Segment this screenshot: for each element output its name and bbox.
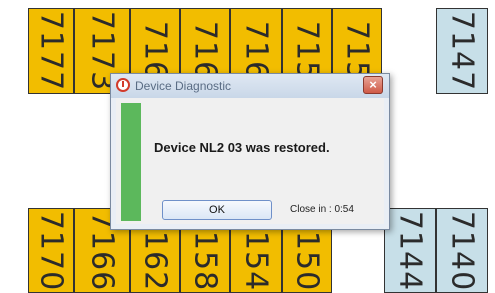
status-indicator-bar: [121, 103, 141, 221]
close-button[interactable]: ×: [363, 76, 383, 94]
tile-number: 7140: [444, 210, 480, 291]
dialog-message: Device NL2 03 was restored.: [154, 140, 330, 155]
ok-button[interactable]: OK: [162, 200, 272, 220]
tile-number: 7147: [444, 10, 480, 92]
tile-number: 7144: [392, 210, 428, 291]
tile-7147[interactable]: 7147: [436, 8, 488, 94]
tile-7144[interactable]: 7144: [384, 208, 436, 293]
dialog-title: Device Diagnostic: [135, 79, 232, 93]
diagnostic-app-icon: [116, 78, 130, 92]
dialog-titlebar[interactable]: Device Diagnostic ×: [111, 74, 389, 98]
tile-7177[interactable]: 7177: [28, 8, 74, 94]
dialog-content: Device NL2 03 was restored. OK Close in …: [116, 98, 384, 224]
tile-7170[interactable]: 7170: [28, 208, 74, 293]
tile-number: 7177: [33, 10, 69, 92]
tile-number: 7170: [33, 210, 69, 291]
device-diagnostic-dialog: Device Diagnostic × Device NL2 03 was re…: [110, 73, 390, 230]
close-countdown: Close in : 0:54: [290, 204, 354, 215]
tile-7140[interactable]: 7140: [436, 208, 488, 293]
